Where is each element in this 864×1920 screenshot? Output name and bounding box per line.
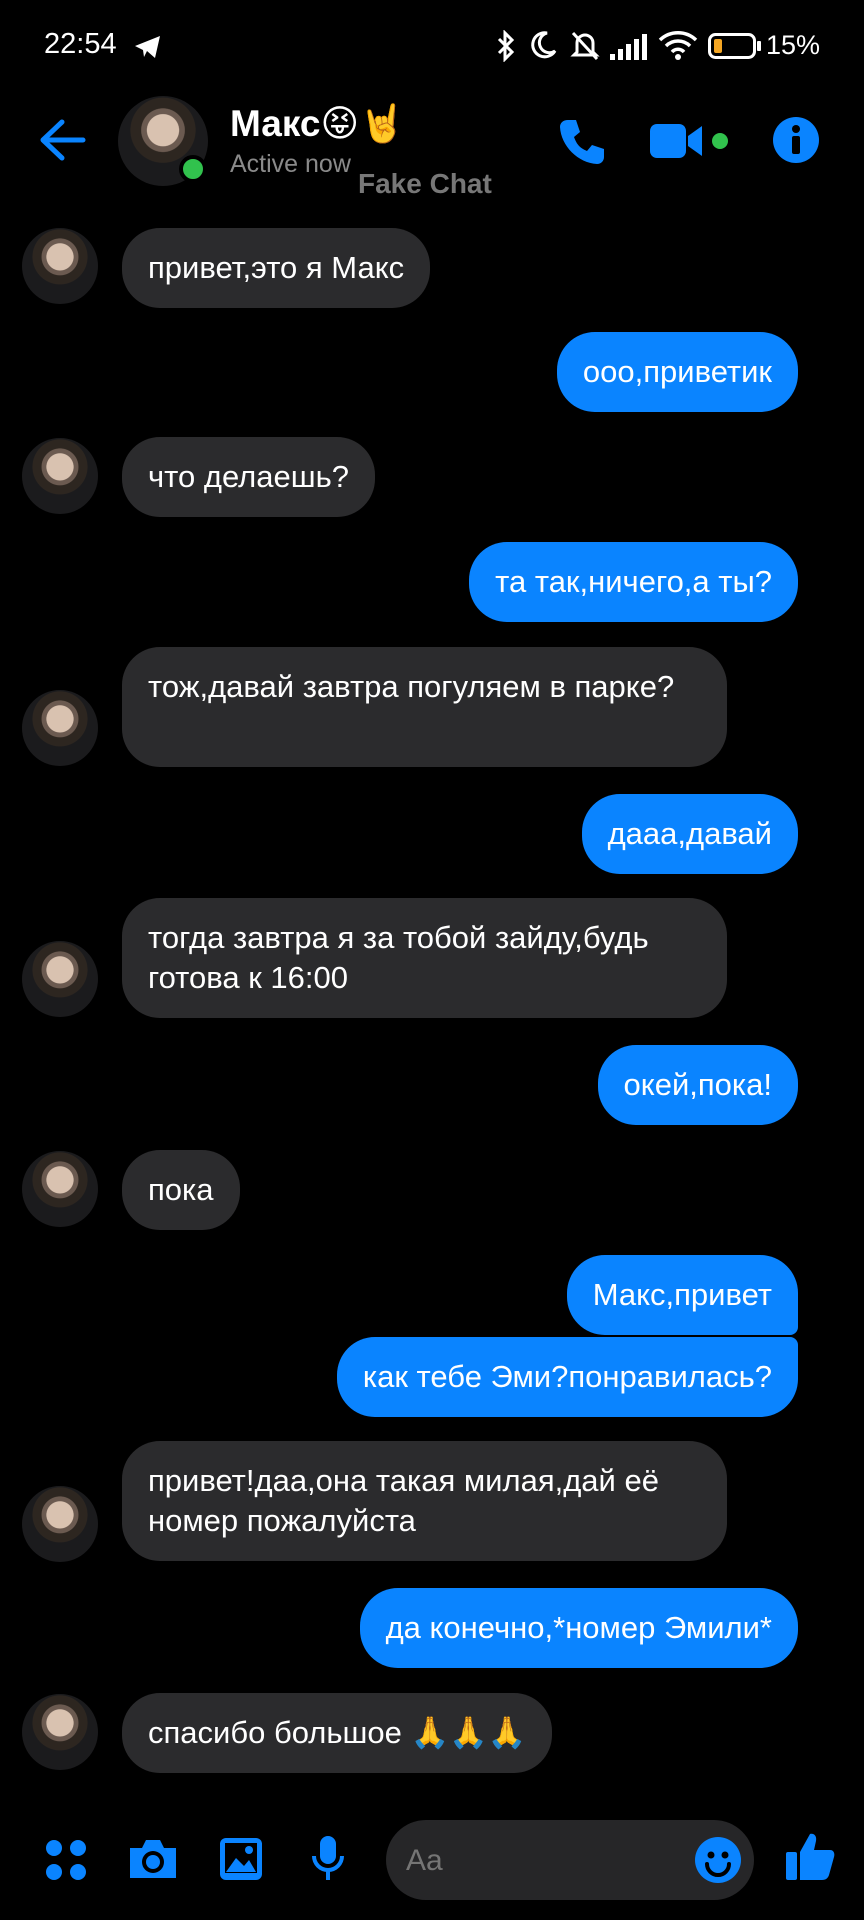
- bluetooth-icon: [497, 30, 515, 62]
- message-incoming[interactable]: привет!даа,она такая милая,дай её номер …: [122, 1441, 727, 1561]
- message-incoming[interactable]: тогда завтра я за тобой зайду,будь готов…: [122, 898, 727, 1018]
- emoji-icon[interactable]: [694, 1836, 742, 1884]
- message-avatar: [22, 941, 98, 1017]
- menu-dots-icon[interactable]: [44, 1838, 88, 1882]
- message-avatar: [22, 1486, 98, 1562]
- signal-icon: [610, 34, 647, 60]
- message-incoming[interactable]: тож,давай завтра погуляем в парке?: [122, 647, 727, 767]
- message-outgoing[interactable]: как тебе Эми?понравилась?: [336, 1337, 798, 1417]
- message-avatar: [22, 228, 98, 304]
- battery-percent: 15%: [766, 30, 821, 60]
- message-outgoing[interactable]: Макс,привет: [566, 1255, 798, 1335]
- message-outgoing[interactable]: дааа,давай: [581, 794, 798, 874]
- message-incoming[interactable]: спасибо большое 🙏🙏🙏: [122, 1693, 553, 1773]
- status-bar: 22:54 15%: [0, 0, 864, 80]
- active-status-dot: [179, 155, 207, 183]
- wifi-icon: [658, 31, 698, 60]
- bell-off-icon: [570, 31, 600, 61]
- phone-call-icon[interactable]: [556, 116, 608, 168]
- camera-icon[interactable]: [126, 1836, 180, 1882]
- video-call-icon[interactable]: [648, 118, 708, 164]
- info-icon[interactable]: [772, 116, 820, 164]
- gallery-icon[interactable]: [218, 1836, 264, 1882]
- status-time: 22:54: [44, 28, 117, 60]
- message-avatar: [22, 690, 98, 766]
- message-incoming[interactable]: что делаешь?: [122, 437, 375, 517]
- thumbs-up-icon[interactable]: [784, 1830, 836, 1882]
- message-outgoing[interactable]: да конечно,*номер Эмили*: [359, 1588, 798, 1668]
- back-arrow-icon[interactable]: [38, 118, 86, 162]
- battery-icon: [708, 33, 761, 59]
- microphone-icon[interactable]: [310, 1834, 346, 1884]
- message-input[interactable]: [404, 1840, 668, 1882]
- contact-status: Active now: [230, 150, 351, 178]
- contact-name[interactable]: Макс😝🤘: [230, 102, 405, 146]
- message-outgoing[interactable]: та так,ничего,а ты?: [469, 542, 798, 622]
- message-outgoing[interactable]: ооо,приветик: [556, 332, 798, 412]
- message-incoming[interactable]: пока: [122, 1150, 240, 1230]
- moon-icon: [531, 31, 557, 59]
- message-outgoing[interactable]: окей,пока!: [597, 1045, 798, 1125]
- video-active-dot: [712, 133, 728, 149]
- message-avatar: [22, 438, 98, 514]
- telegram-icon: [135, 36, 160, 58]
- watermark: Fake Chat: [358, 168, 492, 199]
- message-avatar: [22, 1151, 98, 1227]
- message-incoming[interactable]: привет,это я Макс: [122, 228, 431, 308]
- message-avatar: [22, 1694, 98, 1770]
